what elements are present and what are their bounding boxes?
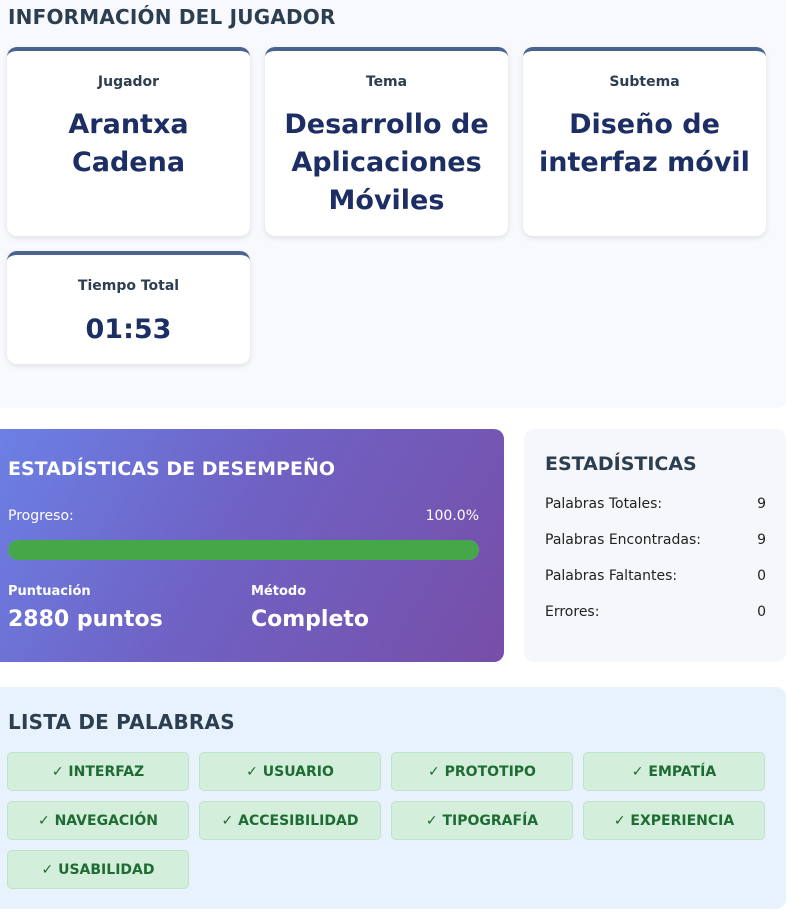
- subtopic-card: Subtema Diseño de interfaz móvil: [523, 47, 766, 236]
- statistics-panel: ESTADÍSTICAS Palabras Totales: 9 Palabra…: [524, 429, 786, 662]
- stat-value: 0: [757, 604, 766, 620]
- stat-value: 9: [757, 532, 766, 548]
- performance-panel: ESTADÍSTICAS DE DESEMPEÑO Progreso: 100.…: [0, 429, 504, 662]
- stat-label: Palabras Totales:: [545, 496, 663, 512]
- word-chip: ✓ USUARIO: [199, 752, 381, 791]
- stat-label: Errores:: [545, 604, 600, 620]
- stat-errors: Errores: 0: [545, 604, 766, 620]
- progress-bar: [8, 540, 479, 560]
- word-chip: ✓ INTERFAZ: [7, 752, 189, 791]
- stat-missing-words: Palabras Faltantes: 0: [545, 568, 766, 584]
- stat-value: 0: [757, 568, 766, 584]
- stat-label: Palabras Encontradas:: [545, 532, 701, 548]
- progress-value: 100.0%: [425, 508, 479, 524]
- stat-label: Palabras Faltantes:: [545, 568, 678, 584]
- subtopic-label: Subtema: [609, 74, 680, 90]
- stat-total-words: Palabras Totales: 9: [545, 496, 766, 512]
- word-chip: ✓ USABILIDAD: [7, 850, 189, 889]
- statistics-title: ESTADÍSTICAS: [545, 453, 697, 475]
- progress-bar-fill: [8, 540, 479, 560]
- word-chip: ✓ NAVEGACIÓN: [7, 801, 189, 840]
- topic-value: Desarrollo de Aplicaciones Móviles: [284, 109, 489, 216]
- player-label: Jugador: [97, 74, 160, 90]
- player-value: Arantxa Cadena: [68, 109, 189, 178]
- stat-found-words: Palabras Encontradas: 9: [545, 532, 766, 548]
- method-value: Completo: [251, 607, 370, 632]
- word-list-title: LISTA DE PALABRAS: [8, 710, 235, 734]
- score-value: 2880 puntos: [8, 607, 163, 632]
- total-time-value: 01:53: [85, 314, 172, 345]
- word-chip: ✓ EMPATÍA: [583, 752, 765, 791]
- word-chip: ✓ TIPOGRAFÍA: [391, 801, 573, 840]
- total-time-label: Tiempo Total: [77, 278, 180, 294]
- subtopic-value: Diseño de interfaz móvil: [539, 109, 750, 178]
- topic-card: Tema Desarrollo de Aplicaciones Móviles: [265, 47, 508, 236]
- player-info-section: INFORMACIÓN DEL JUGADOR Jugador Arantxa …: [0, 0, 786, 408]
- word-chip: ✓ ACCESIBILIDAD: [199, 801, 381, 840]
- player-card: Jugador Arantxa Cadena: [7, 47, 250, 236]
- stat-value: 9: [757, 496, 766, 512]
- word-list-section: LISTA DE PALABRAS ✓ INTERFAZ ✓ USUARIO ✓…: [0, 687, 786, 909]
- topic-label: Tema: [365, 74, 408, 90]
- progress-label: Progreso:: [8, 508, 74, 524]
- word-chip: ✓ EXPERIENCIA: [583, 801, 765, 840]
- score-label: Puntuación: [8, 584, 91, 599]
- method-label: Método: [251, 584, 307, 599]
- player-info-title: INFORMACIÓN DEL JUGADOR: [8, 5, 336, 29]
- total-time-card: Tiempo Total 01:53: [7, 251, 250, 364]
- word-chip: ✓ PROTOTIPO: [391, 752, 573, 791]
- performance-title: ESTADÍSTICAS DE DESEMPEÑO: [8, 458, 335, 480]
